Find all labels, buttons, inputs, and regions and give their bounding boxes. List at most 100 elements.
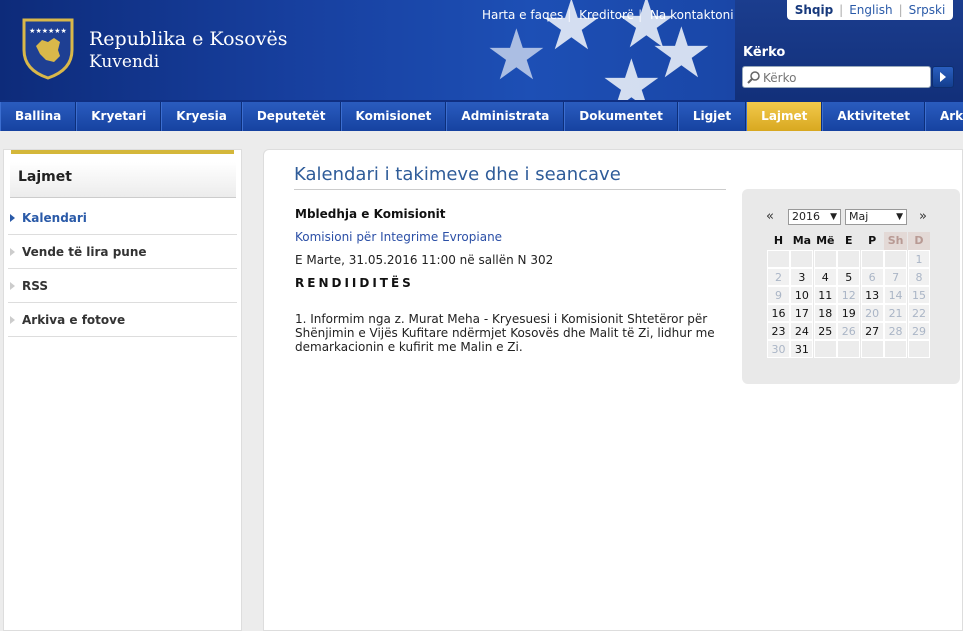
- calendar-day[interactable]: 26: [837, 322, 861, 340]
- weekday-label: P: [868, 234, 877, 247]
- sidebar-item-vende-te-lira-pune[interactable]: Vende të lira pune: [8, 235, 237, 269]
- weekday-label: D: [907, 232, 931, 250]
- calendar-day[interactable]: 30: [767, 340, 790, 358]
- calendar-day[interactable]: 24: [790, 322, 814, 340]
- kosovo-coat-of-arms-logo[interactable]: ★★★★★★: [20, 16, 76, 80]
- calendar-empty-cell: [813, 340, 837, 358]
- calendar-day[interactable]: 20: [860, 304, 884, 322]
- sidebar-item-arkiva-e-fotove[interactable]: Arkiva e fotove: [8, 303, 237, 337]
- weekday-label: Më: [816, 234, 835, 247]
- chevron-down-icon: ▼: [896, 212, 903, 222]
- sidebar-item-label: RSS: [22, 279, 48, 293]
- weekday-label: E: [844, 234, 853, 247]
- calendar-year-select[interactable]: 2016 ▼: [788, 209, 841, 225]
- calendar-day[interactable]: 21: [884, 304, 908, 322]
- nav-kryesia[interactable]: Kryesia: [161, 102, 242, 131]
- arrow-right-icon: [10, 282, 15, 290]
- sidebar-item-rss[interactable]: RSS: [8, 269, 237, 303]
- svg-text:★★★★★★: ★★★★★★: [29, 27, 67, 35]
- search-box: [742, 66, 931, 88]
- sitemap-link[interactable]: Harta e faqes: [478, 8, 567, 22]
- calendar-day[interactable]: 4: [813, 268, 837, 286]
- calendar-day[interactable]: 27: [860, 322, 884, 340]
- calendar-day[interactable]: 23: [767, 322, 790, 340]
- calendar-empty-cell: [860, 250, 884, 268]
- calendar-day[interactable]: 7: [884, 268, 908, 286]
- calendar-day[interactable]: 25: [813, 322, 837, 340]
- arrow-right-icon: [10, 316, 15, 324]
- search-submit-button[interactable]: [932, 66, 954, 88]
- calendar-week-row: 2345678: [767, 268, 931, 286]
- calendar-week-row: 23 24 25 26 27 28 29: [767, 322, 931, 340]
- nav-ballina[interactable]: Ballina: [0, 102, 77, 131]
- commission-link[interactable]: Komisioni për Integrime Evropiane: [295, 230, 502, 244]
- nav-komisionet[interactable]: Komisionet: [340, 102, 447, 131]
- weekday-label: Sh: [884, 232, 908, 250]
- calendar-day[interactable]: 17: [790, 304, 814, 322]
- calendar-day[interactable]: 15: [907, 286, 931, 304]
- meeting-datetime: E Marte, 31.05.2016 11:00 në sallën N 30…: [295, 253, 554, 267]
- sidebar: Lajmet Kalendari Vende të lira pune RSS …: [3, 149, 242, 631]
- site-name[interactable]: Republika e Kosovës Kuvendi: [89, 28, 287, 72]
- calendar-day[interactable]: 5: [837, 268, 861, 286]
- nav-ligjet[interactable]: Ligjet: [677, 102, 747, 131]
- sidebar-item-label: Kalendari: [22, 211, 87, 225]
- sidebar-title: Lajmet: [10, 162, 236, 198]
- nav-lajmet[interactable]: Lajmet: [746, 102, 823, 131]
- sidebar-item-kalendari[interactable]: Kalendari: [8, 201, 237, 235]
- calendar-day[interactable]: 6: [860, 268, 884, 286]
- search-input[interactable]: [763, 69, 923, 87]
- language-shqip[interactable]: Shqip: [789, 3, 839, 17]
- calendar-day[interactable]: 11: [813, 286, 837, 304]
- contact-link[interactable]: Na kontaktoni: [646, 8, 738, 22]
- nav-deputetet[interactable]: Deputetët: [241, 102, 341, 131]
- calendar-day[interactable]: 1: [907, 250, 931, 268]
- calendar-day[interactable]: 22: [907, 304, 931, 322]
- nav-dokumentet[interactable]: Dokumentet: [564, 102, 678, 131]
- calendar-day[interactable]: 16: [767, 304, 790, 322]
- calendar-year-value: 2016: [792, 210, 820, 223]
- nav-administrata[interactable]: Administrata: [446, 102, 565, 131]
- calendar-empty-cell: [767, 250, 790, 268]
- nav-aktivitetet[interactable]: Aktivitetet: [822, 102, 925, 131]
- calendar-day[interactable]: 19: [837, 304, 861, 322]
- search-icon: [747, 71, 760, 84]
- calendar-day[interactable]: 2: [767, 268, 790, 286]
- calendar-day[interactable]: 28: [884, 322, 908, 340]
- calendar-month-select[interactable]: Maj ▼: [845, 209, 907, 225]
- calendar-day[interactable]: 8: [907, 268, 931, 286]
- flag-star-icon: ★: [650, 12, 713, 94]
- credits-link[interactable]: Kreditorë: [575, 8, 638, 22]
- site-subtitle: Kuvendi: [89, 52, 160, 72]
- calendar-prev-button[interactable]: «: [766, 209, 774, 224]
- calendar-day[interactable]: 31: [790, 340, 814, 358]
- calendar-next-button[interactable]: »: [919, 209, 927, 224]
- chevron-down-icon: ▼: [830, 212, 837, 222]
- calendar-day[interactable]: 14: [884, 286, 908, 304]
- language-srpski[interactable]: Srpski: [903, 3, 952, 17]
- calendar-empty-cell: [790, 250, 814, 268]
- calendar-empty-cell: [884, 340, 908, 358]
- weekday-label: H: [773, 234, 784, 247]
- agenda-item: 1. Informim nga z. Murat Meha - Kryesues…: [295, 312, 715, 354]
- calendar-day[interactable]: 10: [790, 286, 814, 304]
- calendar-day[interactable]: 18: [813, 304, 837, 322]
- calendar-month-value: Maj: [849, 210, 869, 223]
- sidebar-item-label: Arkiva e fotove: [22, 313, 126, 327]
- meeting-type: Mbledhja e Komisionit: [295, 207, 446, 221]
- calendar-day[interactable]: 29: [907, 322, 931, 340]
- calendar-week-row: 16 17 18 19 20 21 22: [767, 304, 931, 322]
- calendar-week-row: 1: [767, 250, 931, 268]
- calendar-day[interactable]: 3: [790, 268, 814, 286]
- calendar-weekday-header: H Ma Më E P Sh D: [767, 232, 931, 250]
- weekday-label: Ma: [792, 234, 812, 247]
- nav-kryetari[interactable]: Kryetari: [76, 102, 162, 131]
- agenda-title: RENDIIDITËS: [295, 276, 414, 290]
- calendar-day[interactable]: 13: [860, 286, 884, 304]
- language-english[interactable]: English: [843, 3, 898, 17]
- calendar-empty-cell: [837, 250, 861, 268]
- calendar-day[interactable]: 9: [767, 286, 790, 304]
- arrow-right-icon: [940, 72, 946, 82]
- calendar-day[interactable]: 12: [837, 286, 861, 304]
- nav-arkivi[interactable]: Arkivi: [924, 102, 963, 131]
